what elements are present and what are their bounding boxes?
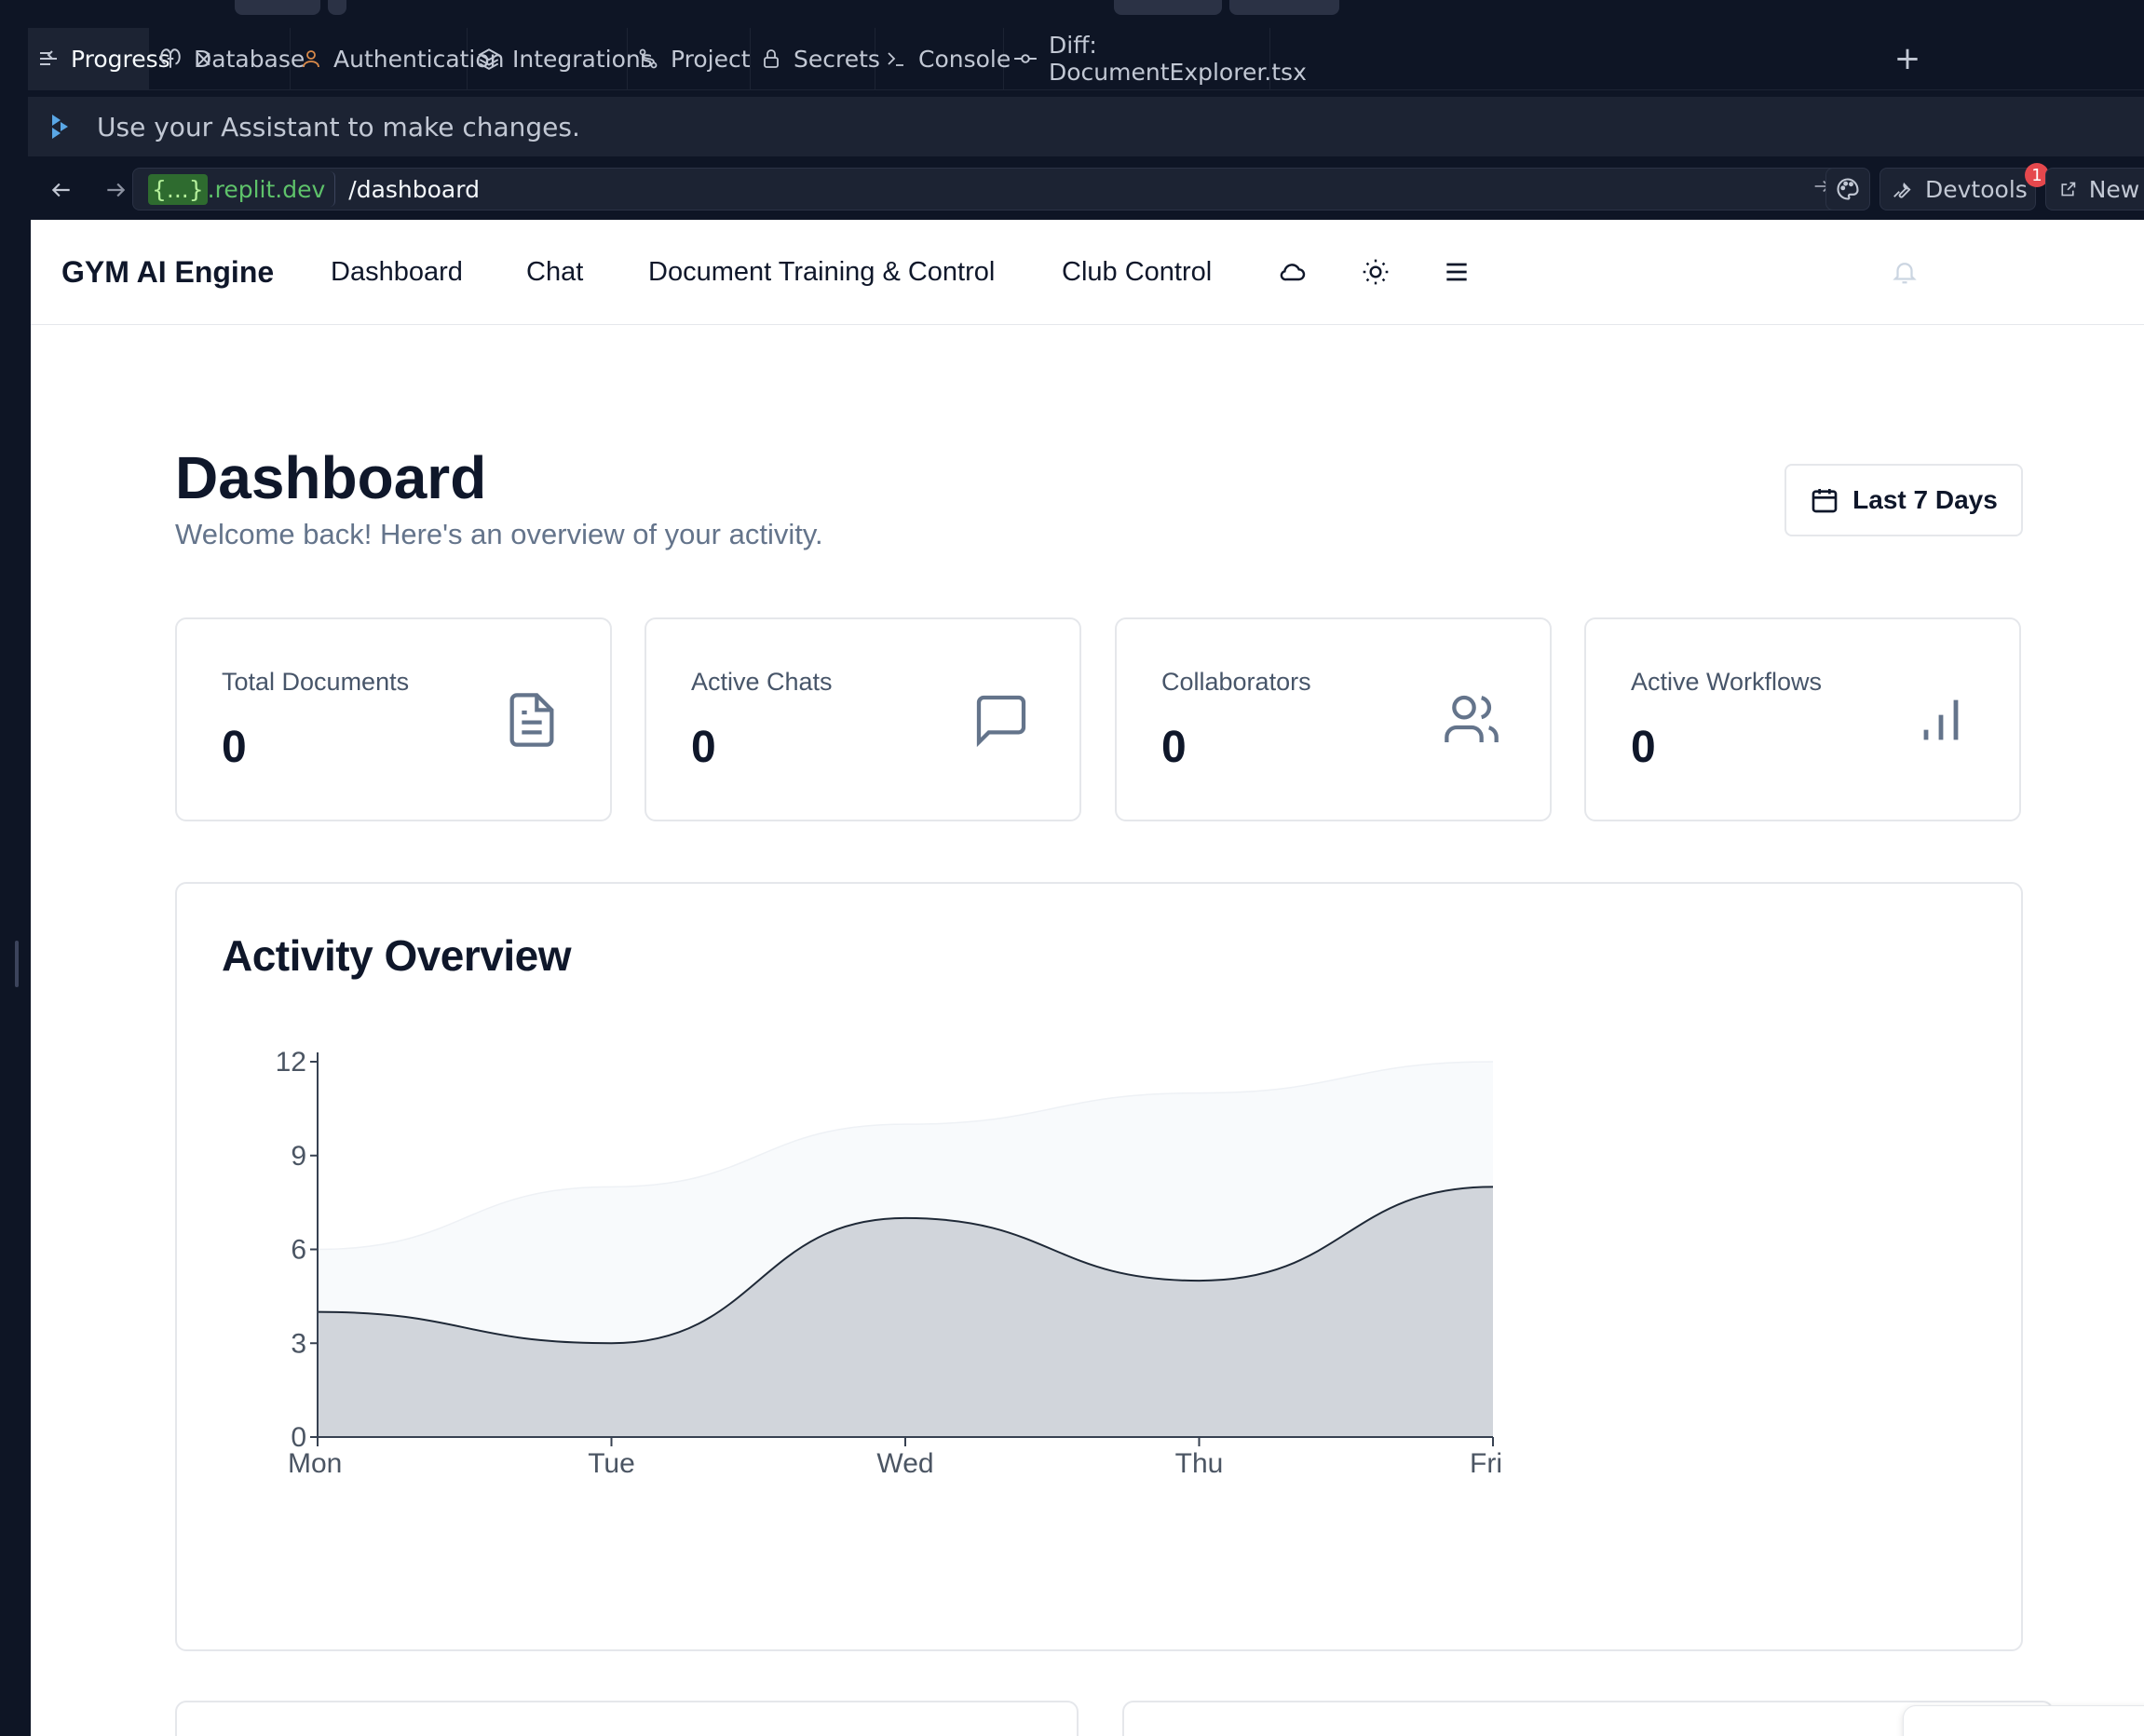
external-link-icon (2061, 182, 2076, 197)
activity-overview-card: Activity Overview 0 3 6 9 12 Mon Tue Wed Thu Fri (175, 882, 2023, 1651)
new-tab-button[interactable]: New t (2045, 168, 2144, 210)
tab-label: Project (671, 45, 751, 73)
x-tick-label: Thu (1175, 1448, 1224, 1479)
tab-secrets[interactable]: Secrets (751, 28, 880, 89)
tab-authentication[interactable]: Authentication (291, 28, 505, 89)
back-button[interactable] (35, 164, 88, 216)
nav-document-training[interactable]: Document Training & Control (648, 257, 995, 288)
brand-logo[interactable]: GYM AI Engine (61, 255, 274, 290)
terminal-icon (885, 45, 907, 73)
nav-club-control[interactable]: Club Control (1062, 257, 1212, 288)
add-tab-button[interactable]: + (1881, 28, 1934, 89)
devtools-button[interactable]: Devtools 1 (1879, 163, 2049, 210)
tab-label: Secrets (794, 45, 880, 73)
cloud-icon[interactable] (1274, 253, 1311, 291)
new-tab-label: New t (2088, 175, 2144, 203)
ide-top-pill[interactable] (235, 0, 320, 15)
date-range-label: Last 7 Days (1852, 485, 1998, 514)
calendar-icon (1810, 485, 1839, 515)
stat-label: Active Chats (691, 668, 833, 696)
tab-diff[interactable]: Diff: DocumentExplorer.tsx (1004, 28, 1307, 89)
activity-chart: 036912Mon Tue Wed Thu Fri (276, 1047, 1502, 1479)
x-tick-label: Wed (876, 1448, 933, 1479)
theme-palette-button[interactable] (1825, 168, 1870, 210)
menu-icon[interactable] (1438, 253, 1475, 291)
tab-console[interactable]: Console (875, 28, 1011, 89)
stat-label: Total Documents (222, 668, 410, 696)
arrow-right-icon (107, 183, 126, 197)
users-icon (1445, 695, 1499, 742)
tab-label: Diff: DocumentExplorer.tsx (1049, 32, 1307, 86)
tab-label: Database (194, 45, 305, 73)
page-title: Dashboard (175, 444, 487, 511)
user-icon (300, 45, 322, 73)
progress-icon (37, 45, 60, 73)
x-tick-label: Tue (588, 1448, 635, 1479)
ide-top-pill[interactable] (1114, 0, 1222, 15)
sun-icon[interactable] (1357, 253, 1394, 291)
date-range-button[interactable]: Last 7 Days (1784, 464, 2023, 536)
stat-card-total-documents: Total Documents 0 (175, 617, 612, 821)
stat-value: 0 (1161, 723, 1187, 772)
stat-value: 0 (691, 723, 716, 772)
resize-handle[interactable] (15, 941, 19, 987)
message-square-icon (976, 695, 1026, 748)
bar-chart-icon (1923, 699, 1959, 740)
stat-value: 0 (222, 723, 247, 772)
palette-icon (1837, 178, 1859, 200)
ide-top-pill[interactable] (1229, 0, 1339, 15)
app-viewport: GYM AI Engine Dashboard Chat Document Tr… (31, 220, 2144, 1736)
nav-dashboard[interactable]: Dashboard (331, 257, 463, 288)
layers-icon (477, 45, 501, 73)
stat-card-active-workflows: Active Workflows 0 (1584, 617, 2021, 821)
webview-toolbar: {...} .replit.dev /dashboard Devtools 1 N… (28, 160, 2144, 220)
tab-project[interactable]: Project (628, 28, 751, 89)
lock-icon (760, 45, 782, 73)
x-tick-label: Mon (288, 1448, 342, 1479)
bottom-card-left (175, 1701, 1079, 1736)
url-path: /dashboard (348, 175, 480, 203)
url-input[interactable]: {...} .replit.dev /dashboard (132, 168, 1842, 210)
git-commit-icon (1013, 45, 1038, 73)
ide-top-pill[interactable] (328, 0, 346, 15)
tab-label: Console (918, 45, 1011, 73)
nav-chat[interactable]: Chat (526, 257, 583, 288)
y-tick-label: 9 (291, 1141, 306, 1172)
wrench-icon (1893, 183, 1911, 198)
stat-label: Collaborators (1161, 668, 1311, 696)
stat-card-collaborators: Collaborators 0 (1115, 617, 1552, 821)
x-tick-label: Fri (1470, 1448, 1502, 1479)
devtools-label: Devtools (1925, 175, 2028, 203)
app-navbar: GYM AI Engine Dashboard Chat Document Tr… (31, 220, 2144, 325)
ide-top-strip (0, 0, 2144, 28)
stat-card-active-chats: Active Chats 0 (645, 617, 1081, 821)
assistant-hint-bar[interactable]: Use your Assistant to make changes. (28, 97, 2144, 156)
y-tick-label: 6 (291, 1235, 306, 1266)
assistant-icon (41, 113, 78, 141)
arrow-left-icon (51, 183, 70, 197)
file-text-icon (509, 693, 554, 747)
stat-label: Active Workflows (1631, 668, 1823, 696)
assistant-hint-text: Use your Assistant to make changes. (97, 111, 580, 142)
domain-braces: {...} (148, 173, 208, 205)
page-subtitle: Welcome back! Here's an overview of your… (175, 518, 823, 550)
domain-name: .replit.dev (207, 175, 326, 203)
tab-progress[interactable]: Progress × (28, 28, 213, 89)
y-tick-label: 12 (276, 1047, 306, 1078)
tab-integrations[interactable]: Integrations (468, 28, 653, 89)
database-icon (158, 45, 183, 73)
floating-status-widget[interactable] (1903, 1705, 2144, 1736)
ide-tab-bar: Progress × Database Authentication Integ… (28, 28, 2144, 90)
bell-icon[interactable] (1886, 253, 1923, 291)
git-branch-icon (637, 45, 659, 73)
tab-database[interactable]: Database (149, 28, 305, 89)
y-tick-label: 3 (291, 1328, 306, 1359)
ide-left-rail (0, 28, 28, 1736)
stat-value: 0 (1631, 723, 1656, 772)
domain-chip: {...} .replit.dev (139, 171, 336, 207)
